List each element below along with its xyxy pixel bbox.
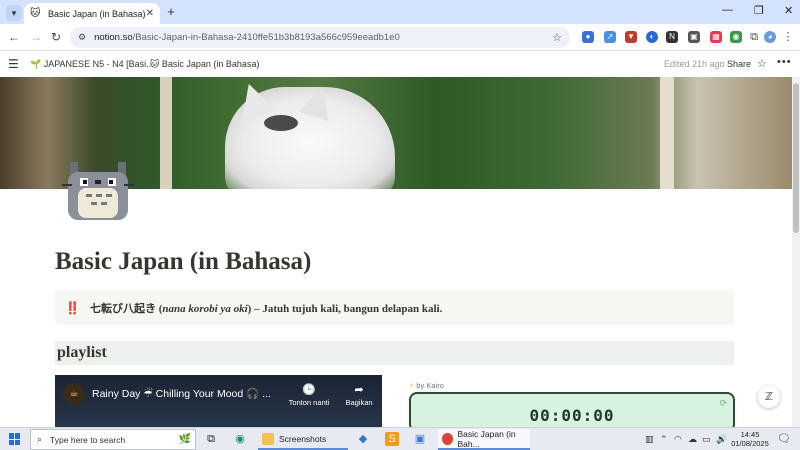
totoro-page-icon[interactable]: [62, 160, 134, 222]
callout-block[interactable]: ‼️ 七転び八起き (nana korobi ya oki) – Jatuh t…: [55, 290, 734, 325]
breadcrumb-parent[interactable]: 🌱 JAPANESE N5 - N4 [Basi...: [30, 59, 154, 70]
taskbar-search-box[interactable]: ⌕ Type here to search 🌿: [30, 429, 196, 450]
browser-tab[interactable]: 🐱 Basic Japan (in Bahasa) ✕: [24, 3, 160, 24]
close-window-icon[interactable]: ✕: [784, 4, 793, 17]
sublime-text-icon[interactable]: S: [385, 432, 399, 446]
extensions-puzzle-icon[interactable]: ⧉: [748, 31, 760, 43]
favorite-star-icon[interactable]: ☆: [757, 57, 767, 70]
reload-icon[interactable]: ↻: [51, 30, 61, 44]
taskbar-app-screenshots[interactable]: Screenshots: [258, 429, 348, 450]
minimize-icon[interactable]: —: [722, 4, 733, 16]
vscode-icon[interactable]: ◆: [356, 432, 370, 446]
tab-search-icon[interactable]: ▾: [6, 5, 22, 21]
maximize-icon[interactable]: ❐: [754, 4, 764, 17]
playlist-heading[interactable]: playlist: [55, 341, 734, 365]
task-view-icon[interactable]: ⧉: [204, 432, 218, 446]
totoro-favicon-icon: 🐱: [30, 7, 41, 19]
taskbar-search-placeholder: Type here to search: [50, 434, 126, 445]
notion-topbar: ☰ 🌱 JAPANESE N5 - N4 [Basi... / 🐱 Basic …: [0, 51, 800, 77]
video-share-button[interactable]: ➦ Bagikan: [337, 383, 381, 407]
notion-help-button[interactable]: ℤ: [758, 386, 780, 408]
extension-icon[interactable]: ◉: [730, 31, 742, 43]
edited-timestamp: Edited 21h ago: [664, 59, 725, 69]
search-highlight-icon: 🌿: [178, 434, 191, 445]
more-options-icon[interactable]: •••: [777, 56, 792, 68]
close-tab-icon[interactable]: ✕: [146, 8, 154, 19]
scrollbar-thumb[interactable]: [793, 83, 799, 233]
edge-browser-icon[interactable]: ◉: [233, 432, 247, 446]
taskbar-app-chrome[interactable]: Basic Japan (in Bah...: [438, 429, 530, 450]
extension-icon[interactable]: ▼: [625, 31, 637, 43]
url-text: notion.so/Basic-Japan-in-Bahasa-2410ffe5…: [94, 32, 400, 43]
tray-bars-icon[interactable]: ▥: [645, 434, 654, 445]
watch-later-button[interactable]: 🕒 Tonton nanti: [281, 383, 337, 407]
cover-door-frame: [160, 77, 172, 189]
media-app-icon[interactable]: ▣: [413, 432, 427, 446]
browser-menu-icon[interactable]: ⋮: [782, 31, 794, 43]
breadcrumb-current[interactable]: 🐱 Basic Japan (in Bahasa): [150, 59, 259, 70]
callout-text: 七転び八起き (nana korobi ya oki) – Jatuh tuju…: [89, 302, 443, 315]
youtube-video-embed[interactable]: ☕ Rainy Day ☔ Chilling Your Mood 🎧 ... 🕒…: [55, 375, 382, 427]
network-icon[interactable]: ◠: [674, 434, 682, 445]
search-icon: ⌕: [37, 434, 43, 444]
address-bar[interactable]: ⚙ notion.so/Basic-Japan-in-Bahasa-2410ff…: [70, 27, 570, 48]
extension-icon[interactable]: ●: [582, 31, 594, 43]
video-title[interactable]: Rainy Day ☔ Chilling Your Mood 🎧 ...: [92, 387, 282, 400]
back-icon[interactable]: ←: [8, 30, 20, 44]
browser-toolbar: ← → ↻ ⚙ notion.so/Basic-Japan-in-Bahasa-…: [0, 24, 800, 51]
timer-widget[interactable]: 00:00:00 ⟳: [409, 392, 735, 432]
taskbar-clock[interactable]: 14:45 01/08/2025: [730, 430, 770, 448]
browser-tab-bar: ▾ 🐱 Basic Japan (in Bahasa) ✕ + — ❐ ✕: [0, 0, 800, 24]
channel-avatar[interactable]: ☕: [63, 383, 85, 405]
lightning-icon: ⚡: [409, 381, 415, 390]
extension-icon[interactable]: ◐: [646, 31, 658, 43]
share-arrow-icon: ➦: [354, 384, 364, 396]
extension-icon[interactable]: ▦: [710, 31, 722, 43]
page-title[interactable]: Basic Japan (in Bahasa): [55, 248, 311, 276]
kairo-credit[interactable]: ⚡ by Kairo: [409, 381, 444, 390]
page-scrollbar[interactable]: [792, 77, 800, 427]
cover-cat-spot: [264, 115, 298, 131]
refresh-icon[interactable]: ⟳: [719, 398, 727, 409]
chrome-icon: [442, 432, 453, 445]
forward-icon[interactable]: →: [30, 30, 42, 44]
profile-avatar[interactable]: ◕: [764, 31, 776, 43]
battery-icon[interactable]: ▭: [702, 434, 711, 445]
new-tab-button[interactable]: +: [164, 5, 178, 19]
site-info-icon[interactable]: ⚙: [78, 32, 86, 43]
cloud-icon[interactable]: ☁: [688, 434, 697, 445]
extension-icon[interactable]: ▣: [688, 31, 700, 43]
tab-title: Basic Japan (in Bahasa): [48, 8, 146, 19]
tray-overflow-icon[interactable]: ⌃: [660, 434, 668, 445]
notifications-icon[interactable]: 🗨: [777, 432, 791, 445]
extension-icon[interactable]: N: [666, 31, 678, 43]
extension-icon[interactable]: ↗: [604, 31, 616, 43]
windows-taskbar: ⌕ Type here to search 🌿 ⧉ ◉ Screenshots …: [0, 427, 800, 450]
volume-icon[interactable]: 🔊: [716, 434, 727, 445]
bookmark-star-icon[interactable]: ☆: [552, 31, 562, 44]
double-exclamation-icon[interactable]: ‼️: [65, 301, 80, 315]
windows-start-icon[interactable]: [9, 433, 21, 445]
share-button[interactable]: Share: [727, 59, 751, 69]
sidebar-menu-icon[interactable]: ☰: [8, 57, 19, 71]
breadcrumb-separator: /: [140, 59, 143, 69]
folder-icon: [262, 432, 274, 445]
cover-door-frame: [660, 77, 674, 189]
timer-display: 00:00:00: [529, 406, 615, 425]
clock-icon: 🕒: [302, 384, 316, 396]
